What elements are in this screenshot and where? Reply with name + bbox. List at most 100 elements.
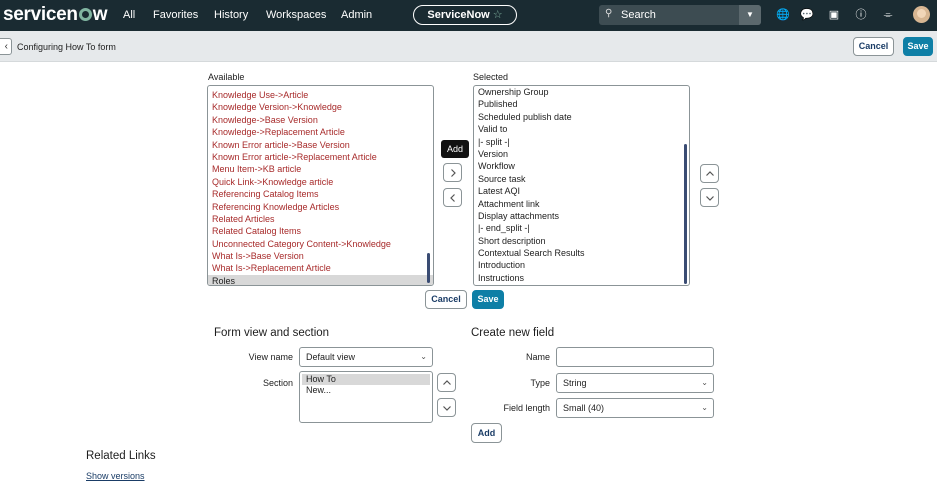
chevron-down-icon: ⌄ [701, 403, 708, 412]
bell-icon[interactable]: ⌯ [881, 8, 895, 22]
title-bar: ‹ Configuring How To form Cancel Save [0, 31, 937, 62]
list-item[interactable]: Knowledge Version->Knowledge [208, 101, 433, 113]
chevron-down-icon: ⌄ [701, 378, 708, 387]
context-pill[interactable]: ServiceNow ☆ [413, 5, 517, 25]
search-label: Search [621, 9, 656, 21]
show-versions-link[interactable]: Show versions [86, 471, 145, 481]
list-item[interactable]: Ownership Group [474, 86, 689, 98]
create-field-heading: Create new field [471, 327, 555, 339]
star-icon[interactable]: ☆ [493, 9, 503, 21]
list-item[interactable]: Quick Link->Knowledge article [208, 176, 433, 188]
selected-label: Selected [473, 72, 509, 82]
list-item[interactable]: Introduction [474, 259, 689, 271]
available-scrollbar[interactable] [427, 253, 430, 283]
list-item[interactable]: Menu Item->KB article [208, 163, 433, 175]
field-length-value: Small (40) [563, 403, 605, 413]
chevron-up-icon [706, 171, 714, 176]
section-move-up-button[interactable] [437, 373, 456, 392]
section-option-how-to[interactable]: How To [302, 374, 430, 385]
field-length-select[interactable]: Small (40) ⌄ [556, 398, 714, 418]
nav-favorites[interactable]: Favorites [153, 9, 198, 21]
section-move-down-button[interactable] [437, 398, 456, 417]
list-item[interactable]: What Is->Replacement Article [208, 262, 433, 274]
chat-icon[interactable]: 💬 [800, 8, 814, 22]
view-name-value: Default view [306, 352, 356, 362]
chevron-up-icon [443, 380, 451, 385]
top-navigation: servicen w All Favorites History Workspac… [0, 0, 937, 31]
chevron-left-icon [450, 194, 455, 202]
field-type-value: String [563, 378, 587, 388]
list-item[interactable]: Workflow [474, 160, 689, 172]
add-tooltip: Add [441, 140, 469, 158]
available-label: Available [208, 72, 245, 82]
list-item[interactable]: Roles [208, 274, 433, 285]
selected-list[interactable]: Ownership Group Published Scheduled publis… [473, 85, 690, 286]
list-item[interactable]: Known Error article->Base Version [208, 139, 433, 151]
list-item[interactable]: Attachment link [474, 198, 689, 210]
list-item[interactable]: Version [474, 148, 689, 160]
back-button[interactable]: ‹ [0, 38, 12, 55]
section-label: Section [262, 378, 293, 388]
list-item[interactable]: Scheduled publish date [474, 111, 689, 123]
list-item[interactable]: Source task [474, 173, 689, 185]
servicenow-logo[interactable]: servicen w [3, 4, 108, 26]
remove-arrow-button[interactable] [443, 188, 462, 207]
list-item[interactable]: What Is->Base Version [208, 250, 433, 262]
list-item[interactable]: Contextual Search Results [474, 247, 689, 259]
list-item[interactable]: Referencing Knowledge Articles [208, 201, 433, 213]
field-name-input[interactable] [556, 347, 714, 367]
nav-admin[interactable]: Admin [341, 9, 372, 21]
list-item[interactable]: Instructions [474, 272, 689, 284]
avatar-face [917, 9, 926, 18]
slushbucket-save-button[interactable]: Save [472, 290, 504, 309]
list-item[interactable]: Latest AQI [474, 185, 689, 197]
list-item[interactable]: Published [474, 98, 689, 110]
slushbucket-cancel-button[interactable]: Cancel [425, 290, 467, 309]
chevron-right-icon [451, 169, 456, 177]
list-item[interactable]: Valid to [474, 123, 689, 135]
field-name-label: Name [525, 352, 550, 362]
move-down-button[interactable] [700, 188, 719, 207]
nav-all[interactable]: All [123, 9, 135, 21]
list-item[interactable]: |- end_split -| [474, 222, 689, 234]
list-item[interactable]: Unconnected Category Content->Knowledge [208, 238, 433, 250]
screen-icon[interactable]: ▣ [827, 8, 841, 22]
context-label: ServiceNow [427, 9, 490, 21]
global-search[interactable]: ⚲ Search ▼ [599, 5, 761, 25]
search-dropdown-icon[interactable]: ▼ [739, 5, 761, 25]
related-links-heading: Related Links [86, 450, 156, 462]
list-item[interactable]: Display attachments [474, 210, 689, 222]
header-save-button[interactable]: Save [903, 37, 933, 56]
selected-scrollbar[interactable] [684, 144, 687, 284]
list-item[interactable]: Knowledge->Base Version [208, 114, 433, 126]
add-field-button[interactable]: Add [471, 423, 502, 443]
field-length-label: Field length [503, 403, 550, 413]
list-item[interactable]: Known Error article->Replacement Article [208, 151, 433, 163]
section-list[interactable]: How To New... [299, 371, 433, 423]
chevron-down-icon [443, 406, 451, 411]
list-item[interactable]: |- split -| [474, 136, 689, 148]
form-view-heading: Form view and section [214, 327, 330, 339]
page-title: Configuring How To form [17, 42, 116, 52]
nav-history[interactable]: History [214, 9, 248, 21]
nav-workspaces[interactable]: Workspaces [266, 9, 326, 21]
help-icon[interactable]: ⓘ [854, 8, 868, 22]
list-item[interactable]: Short description [474, 235, 689, 247]
view-name-select[interactable]: Default view ⌄ [299, 347, 433, 367]
avatar[interactable] [913, 6, 930, 23]
move-up-button[interactable] [700, 164, 719, 183]
list-item[interactable]: Referencing Catalog Items [208, 188, 433, 200]
chevron-down-icon [706, 196, 714, 201]
field-type-select[interactable]: String ⌄ [556, 373, 714, 393]
search-icon: ⚲ [605, 8, 613, 19]
section-option-new[interactable]: New... [302, 385, 430, 396]
list-item[interactable]: Knowledge->Replacement Article [208, 126, 433, 138]
list-item[interactable]: Related Catalog Items [208, 225, 433, 237]
list-item[interactable]: Knowledge Use->Article [208, 89, 433, 101]
list-item[interactable]: Related Articles [208, 213, 433, 225]
add-arrow-button[interactable] [443, 163, 462, 182]
globe-icon[interactable]: 🌐 [776, 8, 790, 22]
available-list[interactable]: Knowledge Use->Article Knowledge Version-… [207, 85, 434, 286]
view-name-label: View name [248, 352, 293, 362]
header-cancel-button[interactable]: Cancel [853, 37, 894, 56]
